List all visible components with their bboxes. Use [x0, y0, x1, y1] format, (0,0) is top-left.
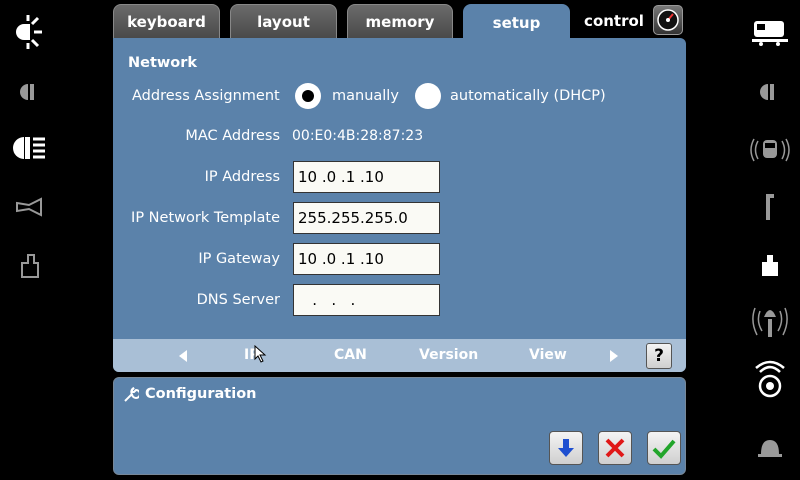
- gateway-field[interactable]: 10 .0 .1 .10: [293, 243, 440, 275]
- netmask-field[interactable]: 255.255.255.0: [293, 202, 440, 234]
- move-down-button[interactable]: [549, 431, 583, 465]
- ip-address-label: IP Address: [204, 169, 280, 185]
- cancel-button[interactable]: [598, 431, 632, 465]
- wrench-icon: [124, 387, 139, 402]
- high-beam-icon[interactable]: [0, 128, 60, 168]
- subnav-item-version[interactable]: Version: [419, 347, 478, 363]
- pantograph-icon[interactable]: [740, 187, 800, 227]
- headlight-icon[interactable]: [0, 72, 60, 112]
- dns-field[interactable]: . . .: [293, 284, 440, 316]
- radio-manual-label: manually: [332, 88, 399, 104]
- sub-navigation: IP CAN Version View ?: [113, 339, 686, 372]
- help-button[interactable]: ?: [646, 343, 672, 369]
- configuration-panel: Configuration: [113, 377, 686, 475]
- horn-icon[interactable]: [0, 187, 60, 227]
- close-icon: [605, 438, 625, 458]
- coupler-icon[interactable]: [0, 245, 60, 285]
- speedometer-icon[interactable]: [653, 5, 683, 35]
- left-sidebar: [0, 0, 60, 480]
- subnav-item-can[interactable]: CAN: [334, 347, 367, 363]
- mac-address-value: 00:E0:4B:28:87:23: [292, 128, 424, 144]
- light-on-icon[interactable]: [0, 12, 60, 52]
- tab-layout-label: layout: [257, 12, 310, 31]
- tab-memory[interactable]: memory: [347, 4, 453, 38]
- configuration-title: Configuration: [145, 386, 257, 402]
- tab-layout[interactable]: layout: [230, 4, 337, 38]
- smoke-generator-icon[interactable]: [740, 302, 800, 342]
- dns-label: DNS Server: [196, 292, 280, 308]
- next-arrow-icon[interactable]: [610, 350, 618, 362]
- subnav-item-view[interactable]: View: [529, 347, 567, 363]
- rear-light-icon[interactable]: [740, 72, 800, 112]
- confirm-button[interactable]: [647, 431, 681, 465]
- ip-address-field[interactable]: 10 .0 .1 .10: [293, 161, 440, 193]
- right-sidebar: [740, 0, 800, 480]
- radio-manual[interactable]: [295, 83, 321, 109]
- coupler-right-icon[interactable]: [740, 245, 800, 285]
- arrow-down-icon: [558, 439, 574, 457]
- mac-address-label: MAC Address: [185, 128, 280, 144]
- gateway-label: IP Gateway: [198, 251, 280, 267]
- network-panel: Network Address Assignment manually auto…: [113, 38, 686, 372]
- radio-dhcp-label: automatically (DHCP): [450, 88, 606, 104]
- netmask-label: IP Network Template: [131, 210, 280, 226]
- tab-keyboard-label: keyboard: [127, 12, 206, 31]
- prev-arrow-icon[interactable]: [179, 350, 187, 362]
- tab-control[interactable]: control: [577, 4, 651, 38]
- sound-locomotive-icon[interactable]: [740, 130, 800, 170]
- checkmark-icon: [652, 439, 676, 459]
- sound-icon[interactable]: [740, 360, 800, 400]
- bell-icon[interactable]: [740, 427, 800, 467]
- locomotive-icon[interactable]: [740, 12, 800, 52]
- mouse-cursor-icon: [254, 345, 267, 363]
- tab-memory-label: memory: [365, 12, 435, 31]
- address-assignment-label: Address Assignment: [132, 88, 280, 104]
- section-title: Network: [128, 55, 198, 71]
- tab-keyboard[interactable]: keyboard: [113, 4, 220, 38]
- tab-setup-label: setup: [492, 14, 541, 32]
- radio-dhcp[interactable]: [415, 83, 441, 109]
- tab-setup[interactable]: setup: [463, 4, 570, 42]
- tab-control-label: control: [584, 12, 644, 30]
